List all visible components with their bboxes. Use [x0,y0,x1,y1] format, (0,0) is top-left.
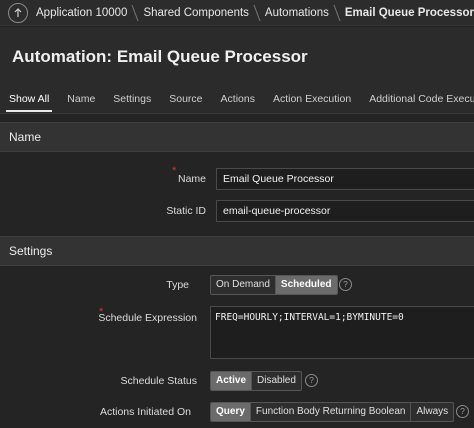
section-heading-name: Name [0,122,474,152]
page-title: Automation: Email Queue Processor [12,47,308,66]
schedule-expression-input[interactable]: FREQ=HOURLY;INTERVAL=1;BYMINUTE=0 [210,306,474,359]
tab-action-execution[interactable]: Action Execution [264,87,360,114]
tab-name[interactable]: Name [58,87,104,114]
tab-additional-code-execution[interactable]: Additional Code Execution [360,87,474,114]
section-heading-settings: Settings [0,236,474,266]
breadcrumb-item-current: Email Queue Processor [344,6,474,19]
type-help-icon[interactable]: ? [339,278,352,291]
actions-option-query[interactable]: Query [211,403,251,421]
type-option-on-demand[interactable]: On Demand [211,276,276,294]
breadcrumb-item-automations[interactable]: Automations [265,7,329,19]
breadcrumb-item-shared-components[interactable]: Shared Components [143,7,248,19]
up-arrow-icon[interactable] [8,2,28,23]
required-indicator: * [172,165,177,177]
type-label: Type [166,279,189,291]
breadcrumb-item-application[interactable]: Application 10000 [36,7,127,19]
schedule-status-help-icon[interactable]: ? [305,374,318,387]
breadcrumb-separator-icon [333,3,341,23]
actions-option-function-body[interactable]: Function Body Returning Boolean [251,403,412,421]
type-option-scheduled[interactable]: Scheduled [275,276,337,294]
tab-settings[interactable]: Settings [104,87,160,114]
tab-source[interactable]: Source [160,87,211,114]
schedule-expression-label: Schedule Expression [98,312,197,324]
page-header: Automation: Email Queue Processor [0,27,474,87]
tab-bar: Show All Name Settings Source Actions Ac… [0,87,474,114]
name-input[interactable]: Email Queue Processor [216,168,474,190]
status-option-disabled[interactable]: Disabled [252,372,301,390]
status-option-active[interactable]: Active [211,372,253,390]
static-id-label: Static ID [166,205,206,217]
type-segmented-control: On Demand Scheduled [210,275,338,295]
tab-show-all[interactable]: Show All [0,87,58,114]
breadcrumb-separator-icon [253,3,261,23]
schedule-status-segmented-control: Active Disabled [210,371,302,391]
section-body-name: * Name Email Queue Processor Static ID e… [0,153,474,233]
name-label: Name [177,173,206,185]
section-body-settings: Type On Demand Scheduled ? * Schedule Ex… [0,267,474,428]
breadcrumb-separator-icon [131,3,139,23]
actions-initiated-segmented-control: Query Function Body Returning Boolean Al… [210,402,455,422]
breadcrumb: Application 10000 Shared Components Auto… [0,0,474,26]
schedule-status-label: Schedule Status [120,375,197,387]
actions-initiated-label: Actions Initiated On [99,406,191,418]
actions-initiated-help-icon[interactable]: ? [456,405,469,418]
static-id-input[interactable]: email-queue-processor [216,200,474,222]
tab-actions[interactable]: Actions [212,87,264,114]
actions-option-always[interactable]: Always [411,403,453,421]
